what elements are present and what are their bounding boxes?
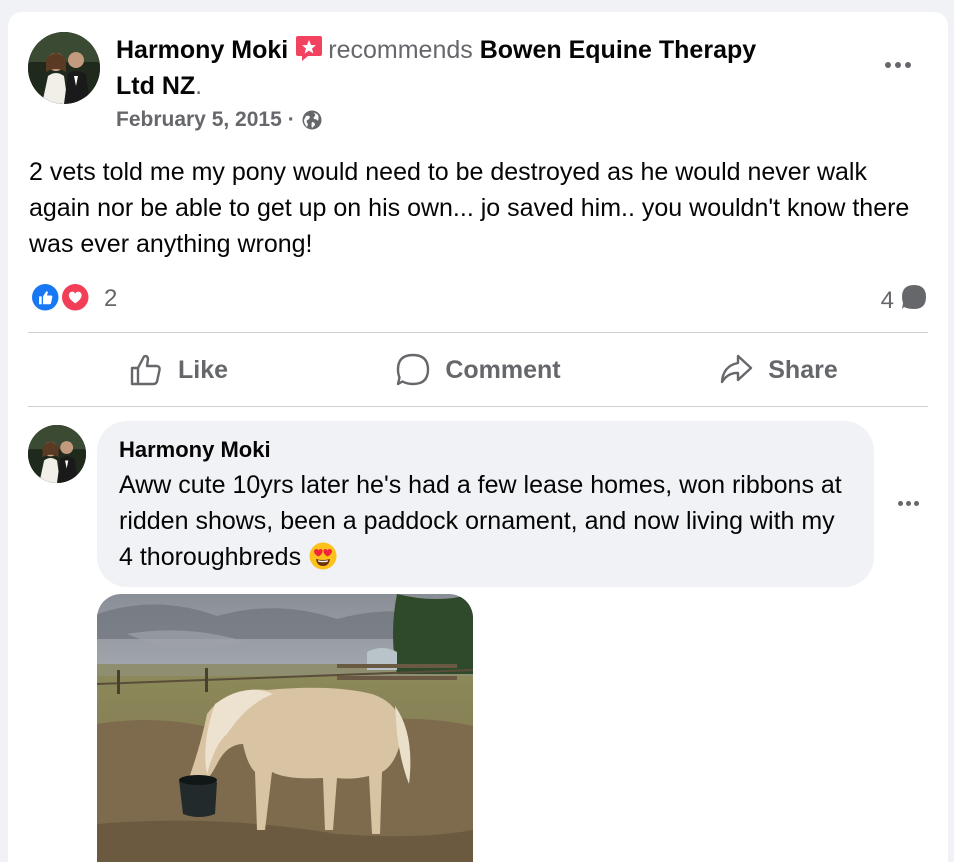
author-name[interactable]: Harmony Moki — [116, 36, 288, 64]
reaction-count: 2 — [104, 285, 118, 312]
post-options-button[interactable] — [878, 50, 918, 80]
post-meta: February 5, 2015 · — [116, 108, 323, 132]
meta-separator: · — [287, 108, 295, 131]
comment-options-button[interactable] — [888, 488, 928, 518]
comment-button[interactable]: Comment — [328, 334, 628, 406]
share-arrow-icon — [721, 354, 753, 384]
commenter-avatar[interactable] — [28, 425, 86, 483]
dot — [895, 62, 901, 68]
comment-text-wrap: Aww cute 10yrs later he's had a few leas… — [119, 467, 852, 575]
globe-icon — [301, 109, 323, 131]
headline-period: . — [195, 72, 203, 100]
like-button[interactable]: Like — [28, 334, 328, 406]
dot — [897, 500, 903, 506]
like-reaction-icon — [30, 282, 64, 316]
recommends-text: recommends — [328, 36, 473, 64]
reactions-summary[interactable]: 2 — [30, 282, 117, 316]
comment-label: Comment — [445, 355, 561, 384]
love-reaction-icon — [60, 282, 94, 316]
dot — [885, 62, 891, 68]
recommend-icon — [294, 33, 324, 63]
post-date[interactable]: February 5, 2015 — [116, 108, 282, 132]
share-button[interactable]: Share — [628, 334, 928, 406]
comment-text: Aww cute 10yrs later he's had a few leas… — [119, 471, 842, 571]
avatar-photo — [28, 425, 86, 483]
divider — [28, 332, 928, 333]
comment-photo[interactable] — [97, 594, 473, 862]
pony-grazing-image — [97, 594, 473, 862]
author-avatar[interactable] — [28, 32, 100, 104]
dot — [913, 500, 919, 506]
like-label: Like — [177, 355, 229, 384]
comment-bubble-icon — [900, 283, 928, 318]
comment-count-link[interactable]: 4 — [881, 283, 928, 318]
comment-author[interactable]: Harmony Moki — [119, 435, 852, 465]
post-actions-bar: Like Comment Share — [28, 334, 928, 406]
post-headline: Harmony Moki recommends Bowen Equine Ther… — [116, 32, 776, 104]
heart-eyes-emoji-icon — [308, 541, 338, 571]
share-label: Share — [768, 355, 838, 384]
comment-bubble: Harmony Moki Aww cute 10yrs later he's h… — [97, 421, 874, 587]
comment-icon — [397, 353, 430, 386]
dot — [905, 62, 911, 68]
divider — [28, 406, 928, 407]
avatar-photo — [28, 32, 100, 104]
thumbs-up-icon — [130, 354, 161, 386]
post-card: Harmony Moki recommends Bowen Equine Ther… — [8, 12, 948, 862]
post-body-text: 2 vets told me my pony would need to be … — [29, 158, 910, 258]
dot — [905, 500, 911, 506]
comment-count: 4 — [880, 286, 894, 314]
